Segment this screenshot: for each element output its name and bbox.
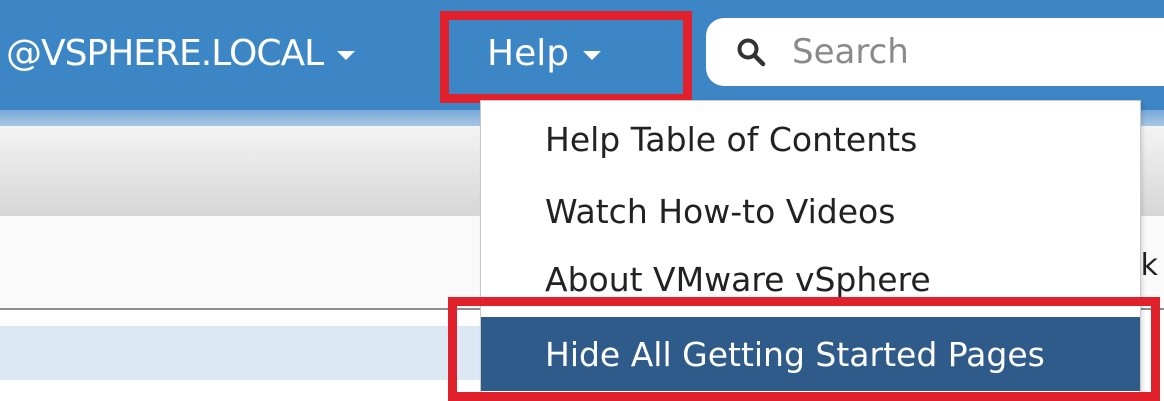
- search-input[interactable]: [790, 31, 1154, 73]
- selected-content-row: [0, 326, 482, 380]
- content-row-text: k: [1140, 248, 1158, 283]
- hide-pages-highlight-box: [448, 297, 1160, 401]
- user-menu[interactable]: @VSPHERE.LOCAL: [6, 28, 356, 78]
- menu-item-label: Help Table of Contents: [545, 119, 918, 159]
- menu-item-watch-how-to-videos[interactable]: Watch How-to Videos: [481, 178, 1140, 244]
- user-menu-label: @VSPHERE.LOCAL: [6, 32, 324, 74]
- help-menu-highlight-box: [440, 11, 692, 103]
- search-icon: [734, 35, 768, 69]
- menu-item-label: About VMware vSphere: [545, 259, 931, 299]
- menu-item-label: Watch How-to Videos: [545, 191, 896, 231]
- chevron-down-icon: [337, 50, 356, 60]
- menu-item-help-table-of-contents[interactable]: Help Table of Contents: [481, 106, 1140, 172]
- search-box[interactable]: [706, 18, 1164, 86]
